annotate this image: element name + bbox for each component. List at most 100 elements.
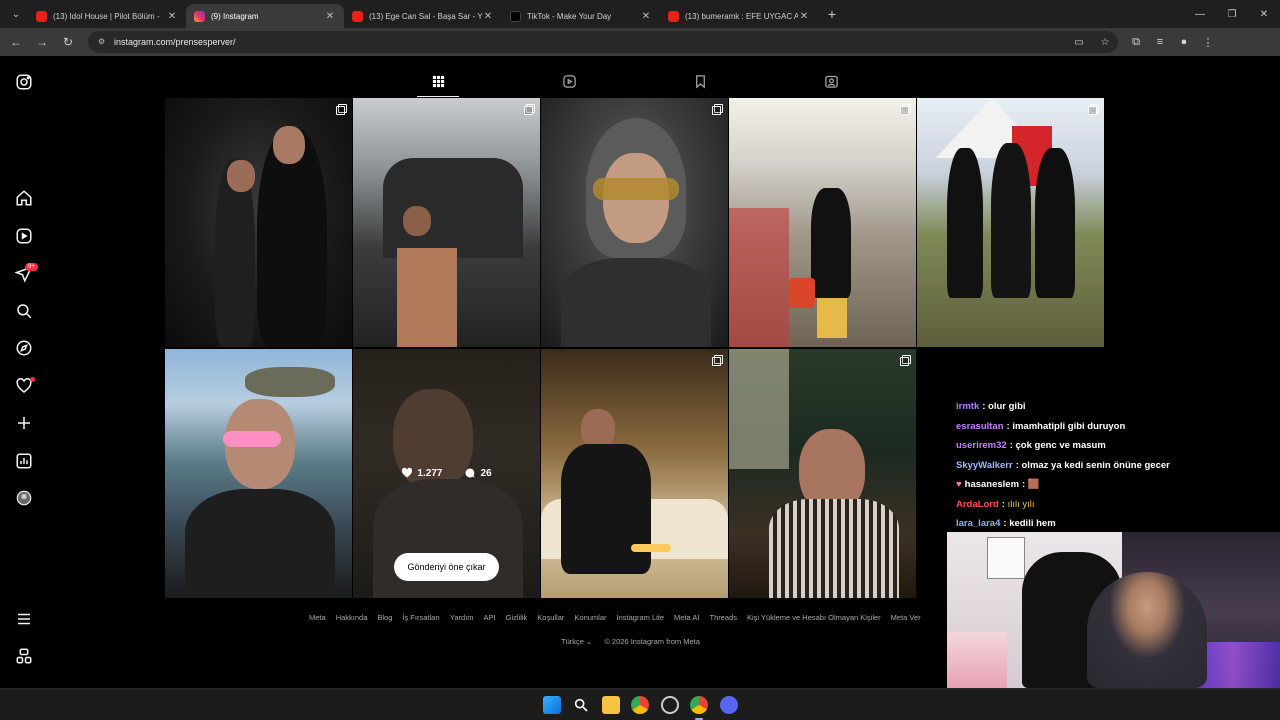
search-icon[interactable]: [14, 301, 34, 321]
pin-post-button[interactable]: Gönderiyi öne çıkar: [394, 553, 499, 581]
explore-compass-icon[interactable]: [14, 338, 34, 358]
footer-link[interactable]: Kişi Yükleme ve Hesabı Olmayan Kişiler: [747, 613, 881, 622]
chrome-icon[interactable]: [631, 696, 649, 714]
comments-stat: 26: [464, 467, 492, 479]
footer-link[interactable]: Yardım: [450, 613, 474, 622]
post-thumbnail[interactable]: [729, 349, 916, 598]
language-label: Türkçe: [561, 637, 584, 646]
chat-message: ♥ hasaneslem: 🟫: [956, 475, 1276, 495]
footer-link[interactable]: Blog: [377, 613, 392, 622]
chrome-active-icon[interactable]: [690, 696, 708, 714]
file-explorer-icon[interactable]: [602, 696, 620, 714]
close-tab-icon[interactable]: ✕: [482, 11, 494, 22]
tagged-icon[interactable]: [822, 72, 840, 90]
home-icon[interactable]: [14, 188, 34, 208]
chat-text: ılılı yılı: [1007, 498, 1035, 510]
posts-grid-icon[interactable]: [429, 72, 447, 90]
browser-tab-idol-house[interactable]: (13) Idol House | Pilot Bölüm - ✕: [28, 4, 186, 28]
extensions-icon[interactable]: ⧉: [1124, 36, 1148, 49]
language-select[interactable]: Türkçe ⌄: [561, 637, 592, 646]
likes-count: 1.277: [417, 467, 443, 479]
media-icon[interactable]: ≡: [1148, 36, 1172, 49]
minimize-icon[interactable]: —: [1184, 0, 1216, 28]
saved-bookmark-icon[interactable]: [691, 72, 709, 90]
footer-link[interactable]: API: [484, 613, 496, 622]
url-text: instagram.com/prensesperver/: [114, 37, 236, 47]
footer-links: Meta Hakkında Blog İş Fırsatları Yardım …: [309, 613, 945, 622]
footer-link[interactable]: Hakkında: [336, 613, 368, 622]
footer-link[interactable]: Konumlar: [574, 613, 606, 622]
post-thumbnail[interactable]: [353, 98, 540, 347]
bookmark-star-icon[interactable]: ☆: [1092, 37, 1118, 48]
post-thumbnail[interactable]: [541, 349, 728, 598]
footer-link[interactable]: Meta AI: [674, 613, 699, 622]
chat-message: SkyyWalkerr: olmaz ya kedi senin önüne g…: [956, 456, 1276, 476]
reels-tab-icon[interactable]: [560, 72, 578, 90]
obs-icon[interactable]: [661, 696, 679, 714]
instagram-logo-icon[interactable]: [14, 72, 34, 92]
also-from-meta-icon[interactable]: [14, 646, 34, 666]
carousel-icon: [336, 104, 347, 115]
post-thumbnail[interactable]: [729, 98, 916, 347]
chat-text: çok genc ve masum: [1015, 440, 1106, 452]
profile-avatar-icon[interactable]: ●: [1172, 36, 1196, 49]
chat-username: irmtk: [956, 401, 980, 413]
close-tab-icon[interactable]: ✕: [324, 11, 336, 22]
discord-icon[interactable]: [720, 696, 738, 714]
footer-link[interactable]: Threads: [709, 613, 737, 622]
youtube-icon: [36, 10, 47, 22]
carousel-icon: [1088, 104, 1099, 115]
carousel-icon: [900, 104, 911, 115]
chat-text: olur gibi: [988, 401, 1026, 413]
reload-icon[interactable]: ↻: [56, 30, 80, 54]
restore-icon[interactable]: ❐: [1216, 0, 1248, 28]
profile-tabs: [165, 64, 1104, 98]
close-tab-icon[interactable]: ✕: [640, 11, 652, 22]
windows-start-icon[interactable]: [543, 696, 561, 714]
browser-tab-ege-can-sal[interactable]: (13) Ege Can Sal - Başa Sar - Yo ✕: [344, 4, 502, 28]
new-tab-button[interactable]: +: [822, 6, 842, 22]
back-arrow-icon[interactable]: ←: [4, 30, 28, 54]
streamer: [1087, 572, 1207, 688]
browser-tab-instagram[interactable]: (9) Instagram ✕: [186, 4, 344, 28]
post-thumbnail[interactable]: [165, 98, 352, 347]
chat-username: esrasultan: [956, 420, 1004, 432]
chat-username: ArdaLord: [956, 498, 999, 510]
menu-kebab-icon[interactable]: ⋮: [1196, 36, 1220, 49]
footer-link[interactable]: Meta Ver: [891, 613, 921, 622]
post-thumbnail-hovered[interactable]: 1.277 26 Gönderiyi öne çıkar: [353, 349, 540, 598]
close-window-icon[interactable]: ✕: [1248, 0, 1280, 28]
footer-link[interactable]: Instagram Lite: [617, 613, 665, 622]
chat-message: irmtk: olur gibi: [956, 397, 1276, 417]
close-tab-icon[interactable]: ✕: [798, 11, 810, 22]
chat-message: ArdaLord: ılılı yılı: [956, 495, 1276, 515]
browser-tab-tiktok[interactable]: TikTok - Make Your Day ✕: [502, 4, 660, 28]
carousel-icon: [524, 104, 535, 115]
more-menu-icon[interactable]: [14, 609, 34, 629]
post-thumbnail[interactable]: [541, 98, 728, 347]
tab-title: (13) bumeramk : EFE UYGAC A: [685, 11, 798, 21]
tab-title: TikTok - Make Your Day: [527, 11, 612, 21]
search-icon[interactable]: [572, 696, 590, 714]
tab-title: (9) Instagram: [211, 11, 259, 21]
chat-username: hasaneslem: [964, 479, 1020, 491]
instagram-icon: [194, 10, 205, 22]
forward-arrow-icon[interactable]: →: [30, 30, 54, 54]
chat-text: kedili hem: [1009, 518, 1056, 530]
footer-link[interactable]: İş Fırsatları: [402, 613, 440, 622]
dashboard-icon[interactable]: [14, 451, 34, 471]
tab-search-chevron-icon[interactable]: ⌄: [4, 4, 28, 24]
post-thumbnail[interactable]: [165, 349, 352, 598]
site-info-icon[interactable]: ⚙: [98, 37, 108, 47]
create-plus-icon[interactable]: [14, 413, 34, 433]
browser-tab-bumeramk[interactable]: (13) bumeramk : EFE UYGAC A ✕: [660, 4, 818, 28]
footer-link[interactable]: Meta: [309, 613, 326, 622]
footer-link[interactable]: Koşullar: [537, 613, 564, 622]
post-thumbnail[interactable]: [917, 98, 1104, 347]
close-tab-icon[interactable]: ✕: [166, 11, 178, 22]
reels-icon[interactable]: [14, 226, 34, 246]
footer-link[interactable]: Gizlilik: [506, 613, 528, 622]
address-bar[interactable]: ⚙ instagram.com/prensesperver/ ▭ ☆: [88, 31, 1118, 53]
cast-icon[interactable]: ▭: [1066, 37, 1092, 48]
profile-avatar-icon[interactable]: [14, 488, 34, 508]
